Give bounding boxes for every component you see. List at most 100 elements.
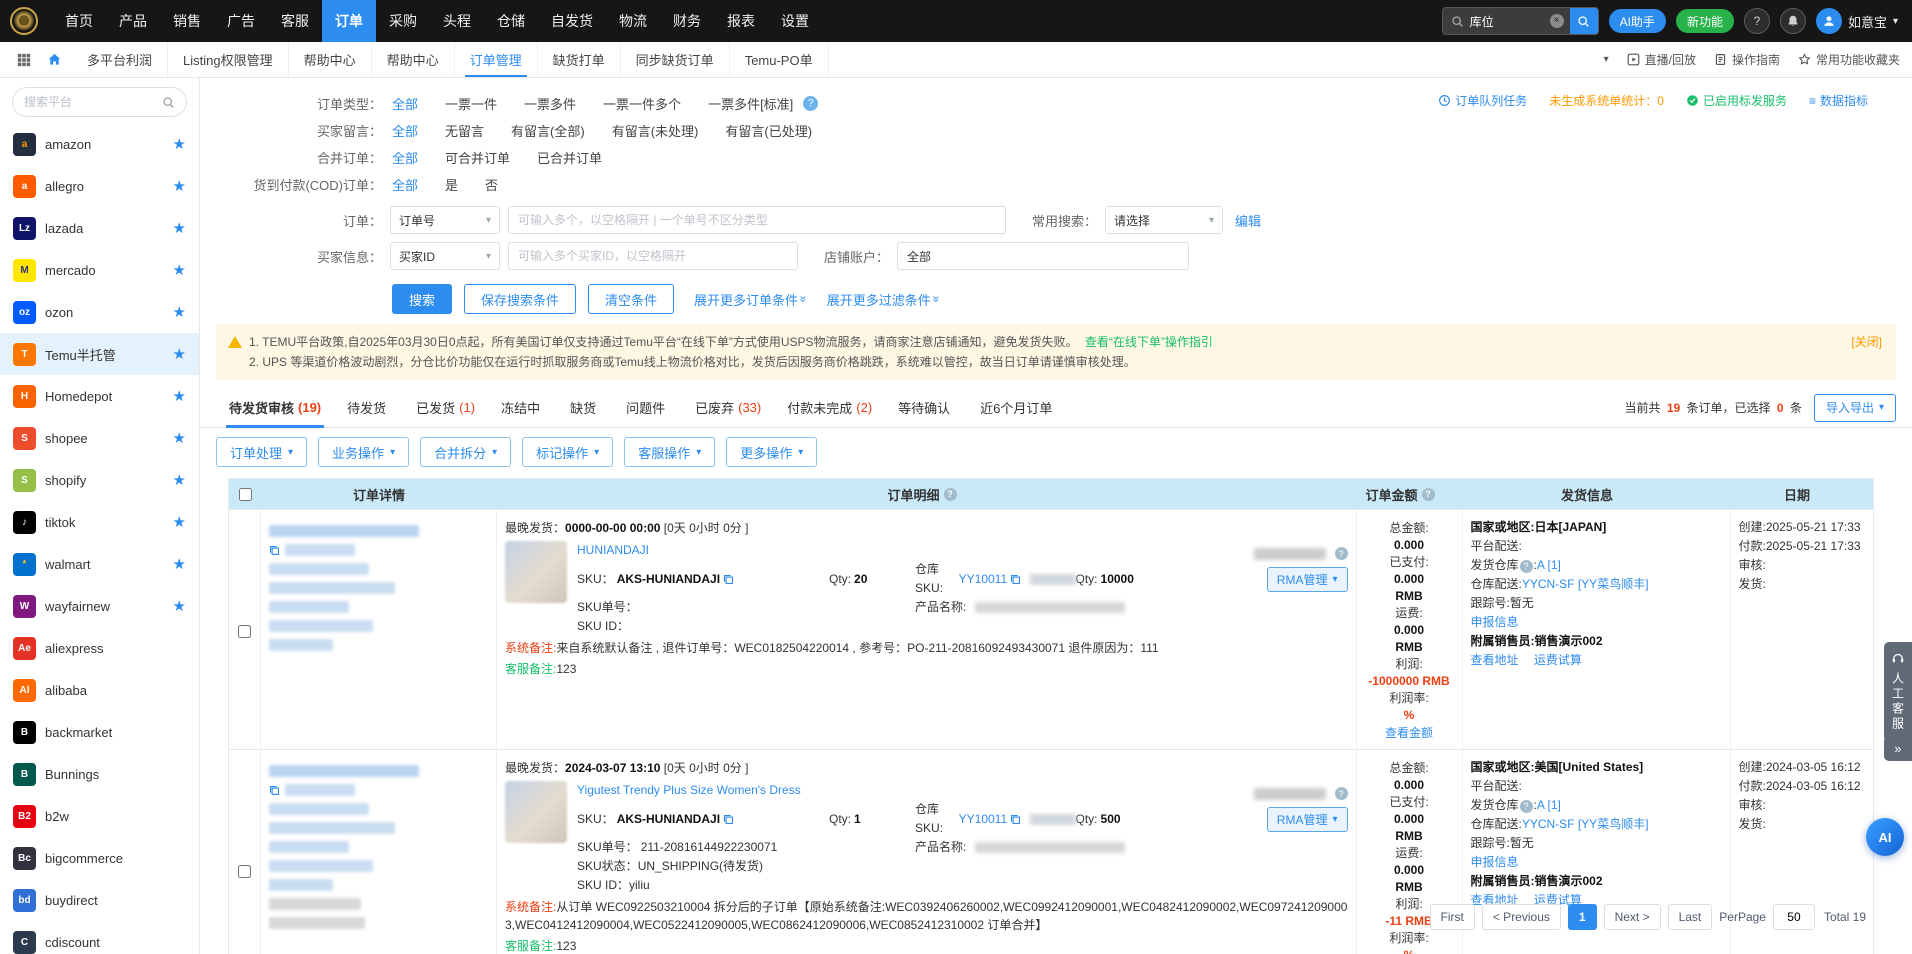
- help-icon[interactable]: ?: [803, 96, 818, 111]
- sidebar-platform-item[interactable]: C cdiscount: [0, 921, 199, 954]
- sidebar-platform-item[interactable]: a allegro ★: [0, 165, 199, 207]
- clear-search-icon[interactable]: ×: [1550, 14, 1564, 28]
- platform-search-input[interactable]: [24, 95, 156, 109]
- bulk-action-button[interactable]: 业务操作 ▾: [318, 437, 409, 467]
- filter-option[interactable]: 有留言(未处理): [612, 121, 699, 140]
- copy-icon[interactable]: [1010, 814, 1021, 825]
- tabs-overflow-chevron-icon[interactable]: ▾: [1604, 54, 1609, 65]
- main-menu-item[interactable]: 客服: [268, 0, 322, 42]
- sidebar-platform-item[interactable]: S shopify ★: [0, 459, 199, 501]
- main-menu-item[interactable]: 报表: [714, 0, 768, 42]
- product-title-link[interactable]: Yigutest Trendy Plus Size Women's Dress: [577, 781, 801, 800]
- prev-page-button[interactable]: < Previous: [1482, 904, 1561, 930]
- collapse-panel-button[interactable]: »: [1884, 736, 1912, 761]
- filter-option[interactable]: 无留言: [445, 121, 484, 140]
- distribution-link[interactable]: YYCN-SF [YY菜鸟顺丰]: [1522, 577, 1649, 591]
- status-tab[interactable]: 付款未完成 (2): [774, 388, 885, 427]
- ai-fab-button[interactable]: AI: [1866, 818, 1904, 856]
- sidebar-platform-item[interactable]: B2 b2w: [0, 795, 199, 837]
- close-notice-link[interactable]: [关闭]: [1851, 332, 1882, 352]
- warehouse-help-icon[interactable]: ?: [1520, 800, 1533, 813]
- workspace-tab[interactable]: Temu-PO单: [730, 42, 829, 77]
- help-icon[interactable]: ?: [1744, 8, 1770, 34]
- operation-guide-link[interactable]: 操作指南: [1714, 51, 1780, 68]
- help-icon[interactable]: ?: [1422, 488, 1435, 501]
- declare-info-link[interactable]: 申报信息: [1471, 615, 1519, 629]
- favorite-star-icon[interactable]: ★: [173, 471, 186, 489]
- workspace-tab[interactable]: 帮助中心: [372, 42, 455, 77]
- sidebar-platform-item[interactable]: Al alibaba: [0, 669, 199, 711]
- main-menu-item[interactable]: 首页: [52, 0, 106, 42]
- favorites-link[interactable]: 常用功能收藏夹: [1798, 51, 1900, 68]
- data-metrics-link[interactable]: ≡ 数据指标: [1809, 92, 1868, 109]
- order-select-checkbox[interactable]: [238, 762, 251, 954]
- filter-option[interactable]: 全部: [392, 175, 418, 194]
- warehouse-link[interactable]: A [1]: [1537, 798, 1561, 812]
- search-submit-button[interactable]: [1570, 7, 1598, 35]
- status-tab[interactable]: 等待确认: [885, 388, 967, 427]
- live-replay-link[interactable]: 直播/回放: [1627, 51, 1696, 68]
- filter-option[interactable]: 有留言(全部): [511, 121, 585, 140]
- customer-service-tab[interactable]: 人工客服: [1884, 642, 1912, 742]
- main-menu-item[interactable]: 物流: [606, 0, 660, 42]
- global-search-input[interactable]: [1464, 14, 1550, 28]
- sidebar-platform-item[interactable]: M mercado ★: [0, 249, 199, 291]
- favorite-star-icon[interactable]: ★: [173, 429, 186, 447]
- notification-bell-icon[interactable]: [1780, 8, 1806, 34]
- status-tab[interactable]: 冻结中: [488, 388, 557, 427]
- workspace-tab[interactable]: 同步缺货订单: [621, 42, 730, 77]
- sidebar-platform-item[interactable]: H Homedepot ★: [0, 375, 199, 417]
- order-type-select[interactable]: 订单号 ▾: [390, 206, 500, 234]
- warehouse-help-icon[interactable]: ?: [1520, 560, 1533, 573]
- bulk-action-button[interactable]: 订单处理 ▾: [216, 437, 307, 467]
- main-menu-item[interactable]: 设置: [768, 0, 822, 42]
- filter-option[interactable]: 可合并订单: [445, 148, 510, 167]
- rma-button[interactable]: RMA管理 ▾: [1267, 807, 1348, 832]
- perpage-input[interactable]: [1773, 904, 1815, 930]
- status-tab[interactable]: 待发货: [334, 388, 403, 427]
- favorite-star-icon[interactable]: ★: [173, 387, 186, 405]
- sidebar-platform-item[interactable]: bd buydirect: [0, 879, 199, 921]
- rma-button[interactable]: RMA管理 ▾: [1267, 567, 1348, 592]
- bulk-action-button[interactable]: 客服操作 ▾: [624, 437, 715, 467]
- import-export-button[interactable]: 导入导出 ▾: [1814, 394, 1896, 422]
- sidebar-platform-item[interactable]: * walmart ★: [0, 543, 199, 585]
- status-tab[interactable]: 已废弃 (33): [682, 388, 774, 427]
- warehouse-sku-link[interactable]: YY10011: [959, 570, 1008, 589]
- help-icon[interactable]: ?: [1335, 787, 1348, 800]
- product-title-link[interactable]: HUNIANDAJI: [577, 541, 649, 560]
- filter-option[interactable]: 全部: [392, 121, 418, 140]
- warehouse-link[interactable]: A [1]: [1537, 558, 1561, 572]
- view-amount-link[interactable]: 查看金额: [1385, 726, 1433, 740]
- new-feature-button[interactable]: 新功能: [1676, 9, 1734, 33]
- apps-grid-icon[interactable]: [12, 48, 36, 72]
- favorite-star-icon[interactable]: ★: [173, 597, 186, 615]
- save-search-button[interactable]: 保存搜索条件: [464, 284, 576, 314]
- common-search-select[interactable]: 请选择 ▾: [1105, 206, 1223, 234]
- sidebar-platform-item[interactable]: oz ozon ★: [0, 291, 199, 333]
- order-queue-link[interactable]: 订单队列任务: [1438, 92, 1527, 109]
- sidebar-platform-item[interactable]: W wayfairnew ★: [0, 585, 199, 627]
- sidebar-platform-item[interactable]: B backmarket: [0, 711, 199, 753]
- main-menu-item[interactable]: 广告: [214, 0, 268, 42]
- workspace-tab[interactable]: Listing权限管理: [168, 42, 289, 77]
- sidebar-platform-item[interactable]: S shopee ★: [0, 417, 199, 459]
- filter-option[interactable]: 否: [485, 175, 498, 194]
- buyer-type-select[interactable]: 买家ID ▾: [390, 242, 500, 270]
- home-icon[interactable]: [42, 48, 66, 72]
- edit-common-search-link[interactable]: 编辑: [1235, 211, 1261, 230]
- copy-icon[interactable]: [723, 814, 734, 825]
- next-page-button[interactable]: Next >: [1604, 904, 1661, 930]
- favorite-star-icon[interactable]: ★: [173, 513, 186, 531]
- bulk-action-button[interactable]: 合并拆分 ▾: [420, 437, 511, 467]
- filter-option[interactable]: 全部: [392, 148, 418, 167]
- filter-option[interactable]: 一票多件[标准]: [708, 94, 793, 113]
- main-menu-item[interactable]: 采购: [376, 0, 430, 42]
- app-logo[interactable]: [10, 7, 38, 35]
- copy-icon[interactable]: [1010, 574, 1021, 585]
- help-icon[interactable]: ?: [944, 488, 957, 501]
- user-menu[interactable]: 如意宝 ▾: [1816, 8, 1898, 34]
- filter-option[interactable]: 一票多件: [524, 94, 576, 113]
- filter-option[interactable]: 全部: [392, 94, 418, 113]
- select-all-checkbox[interactable]: [239, 488, 252, 501]
